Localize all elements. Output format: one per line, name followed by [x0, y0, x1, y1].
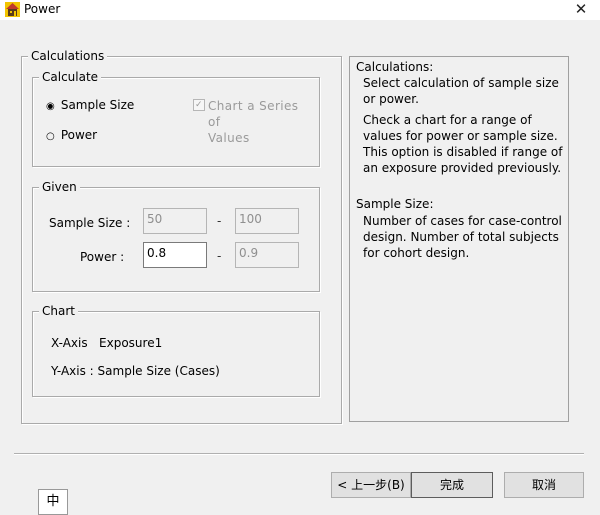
close-icon: ✕	[574, 0, 588, 18]
chart-series-label-line2: Values	[208, 131, 250, 145]
button-separator	[14, 453, 584, 455]
close-button[interactable]: ✕	[562, 0, 600, 20]
cancel-button[interactable]: 取消	[504, 472, 584, 498]
radio-sample-size[interactable]: ◉ Sample Size	[46, 98, 134, 112]
power-to-field[interactable]: 0.9	[235, 242, 299, 268]
power-label: Power :	[80, 250, 125, 264]
sample-size-label: Sample Size :	[49, 216, 131, 230]
finish-button[interactable]: 完成	[411, 472, 493, 498]
back-button[interactable]: < 上一步(B)	[331, 472, 411, 498]
chart-series-checkbox[interactable]: ✓ Chart a Series of Values	[193, 98, 313, 146]
help-paragraph-2: Check a chart for a range of values for …	[363, 113, 563, 175]
radio-unselected-icon: ○	[46, 131, 55, 142]
chart-series-label-line1: Chart a Series of	[208, 99, 299, 129]
chart-group: Chart X-Axis Exposure1 Y-Axis : Sample S…	[32, 304, 320, 397]
help-heading-calculations: Calculations:	[356, 60, 434, 74]
sample-size-to-field[interactable]: 100	[235, 208, 299, 234]
help-paragraph-1: Select calculation of sample size or pow…	[363, 76, 559, 106]
calculations-legend: Calculations	[28, 49, 108, 63]
chart-legend: Chart	[39, 304, 78, 318]
radio-selected-icon: ◉	[46, 101, 55, 112]
ime-indicator[interactable]: 中	[38, 489, 68, 515]
x-axis-label: X-Axis Exposure1	[51, 336, 163, 350]
calculate-legend: Calculate	[39, 70, 102, 84]
radio-power[interactable]: ○ Power	[46, 128, 97, 142]
calculate-group: Calculate ◉ Sample Size ○ Power ✓ Chart …	[32, 70, 320, 167]
calculations-group: Calculations Calculate ◉ Sample Size ○ P…	[21, 49, 342, 424]
checkbox-check-icon: ✓	[193, 99, 205, 111]
help-pane: Calculations: Select calculation of samp…	[349, 56, 569, 422]
window-title: Power	[24, 2, 61, 16]
given-group: Given Sample Size : 50 - 100 Power : 0.8…	[32, 180, 320, 292]
radio-power-label: Power	[60, 128, 98, 142]
radio-sample-size-label: Sample Size	[60, 98, 135, 112]
dialog-body: Calculations Calculate ◉ Sample Size ○ P…	[4, 20, 596, 515]
power-range-dash: -	[217, 249, 222, 263]
power-dialog: Power ✕ Calculations Calculate ◉ Sample …	[0, 0, 600, 515]
given-legend: Given	[39, 180, 80, 194]
y-axis-label: Y-Axis : Sample Size (Cases)	[51, 364, 220, 378]
house-icon	[5, 2, 20, 17]
help-heading-sample-size: Sample Size:	[356, 197, 434, 211]
sample-size-from-field[interactable]: 50	[143, 208, 207, 234]
help-paragraph-3: Number of cases for case-control design.…	[363, 214, 562, 260]
title-bar: Power ✕	[0, 0, 600, 20]
sample-size-range-dash: -	[217, 214, 222, 228]
power-from-field[interactable]: 0.8	[143, 242, 207, 268]
